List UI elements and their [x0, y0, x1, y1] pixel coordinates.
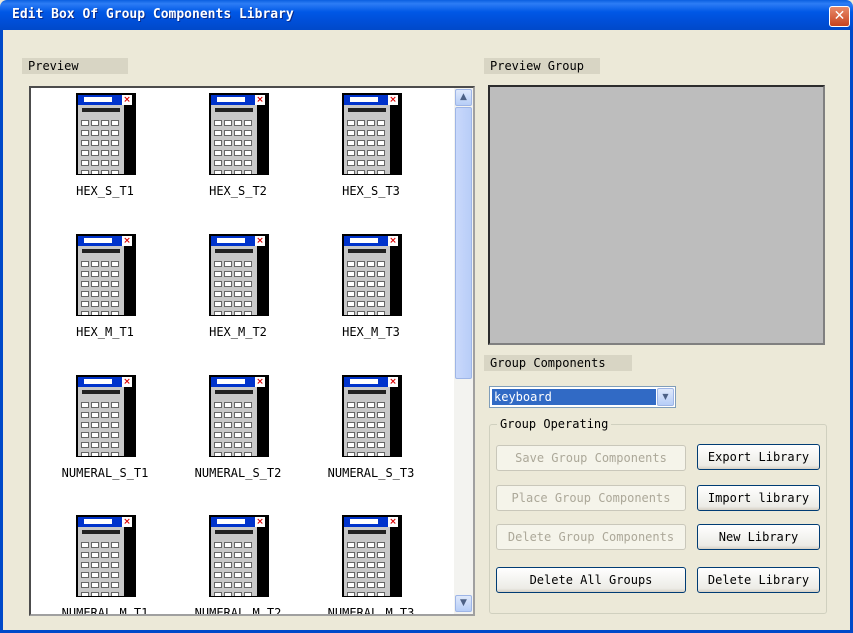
group-components-label: Group Components: [484, 355, 632, 371]
preview-group-label: Preview Group: [484, 58, 600, 74]
component-thumbnail: ×: [342, 234, 402, 316]
components-preview-list[interactable]: × HEX_S_T1 × HEX_S_T2 × HEX_S_T3 × HEX_M_T1 × HEX…: [29, 86, 475, 616]
chevron-down-icon: ▼: [460, 598, 467, 608]
component-item[interactable]: × NUMERAL_S_T1: [55, 370, 155, 495]
title-bar: Edit Box Of Group Components Library ✕: [0, 0, 853, 30]
component-name: HEX_M_T1: [76, 325, 134, 339]
component-item[interactable]: × HEX_S_T3: [321, 88, 421, 213]
component-name: NUMERAL_M_T2: [194, 606, 282, 616]
new-library-button[interactable]: New Library: [697, 524, 820, 550]
component-name: HEX_M_T3: [342, 325, 400, 339]
component-item[interactable]: × NUMERAL_S_T2: [188, 370, 288, 495]
save-group-components-button[interactable]: Save Group Components: [496, 445, 686, 471]
component-thumbnail: ×: [342, 93, 402, 175]
component-item[interactable]: × HEX_S_T1: [55, 88, 155, 213]
component-thumbnail: ×: [209, 234, 269, 316]
component-item[interactable]: × HEX_M_T1: [55, 229, 155, 354]
window-title: Edit Box Of Group Components Library: [12, 7, 294, 22]
chevron-down-icon: ▼: [662, 392, 669, 401]
component-name: NUMERAL_S_T1: [61, 466, 149, 480]
component-thumbnail: ×: [76, 234, 136, 316]
component-thumbnail: ×: [76, 375, 136, 457]
component-item[interactable]: × NUMERAL_S_T3: [321, 370, 421, 495]
scrollbar-thumb[interactable]: [455, 107, 472, 379]
component-name: HEX_M_T2: [209, 325, 267, 339]
component-name: NUMERAL_M_T1: [61, 606, 149, 616]
component-name: NUMERAL_M_T3: [327, 606, 415, 616]
component-thumbnail: ×: [76, 515, 136, 597]
export-library-button[interactable]: Export Library: [697, 444, 820, 470]
preview-label: Preview: [22, 58, 128, 74]
place-group-components-button[interactable]: Place Group Components: [496, 485, 686, 511]
scroll-up-button[interactable]: ▲: [455, 89, 472, 106]
component-item[interactable]: × NUMERAL_M_T3: [321, 510, 421, 616]
component-item[interactable]: × HEX_S_T2: [188, 88, 288, 213]
component-name: HEX_S_T2: [209, 184, 267, 198]
component-thumbnail: ×: [342, 515, 402, 597]
component-name: NUMERAL_S_T2: [194, 466, 282, 480]
component-thumbnail: ×: [209, 375, 269, 457]
component-item[interactable]: × HEX_M_T2: [188, 229, 288, 354]
component-name: HEX_S_T3: [342, 184, 400, 198]
close-icon: ✕: [833, 8, 846, 24]
component-thumbnail: ×: [209, 515, 269, 597]
close-button[interactable]: ✕: [829, 6, 850, 27]
import-library-button[interactable]: Import library: [697, 485, 820, 511]
group-operating-label: Group Operating: [497, 417, 612, 431]
delete-library-button[interactable]: Delete Library: [697, 567, 820, 593]
group-components-select[interactable]: keyboard ▼: [489, 386, 676, 408]
preview-group-canvas: [488, 85, 825, 345]
group-components-select-value: keyboard: [492, 389, 656, 405]
component-item[interactable]: × HEX_M_T3: [321, 229, 421, 354]
component-thumbnail: ×: [342, 375, 402, 457]
vertical-scrollbar[interactable]: ▲ ▼: [454, 88, 473, 614]
component-name: HEX_S_T1: [76, 184, 134, 198]
dropdown-button[interactable]: ▼: [657, 388, 674, 406]
components-grid: × HEX_S_T1 × HEX_S_T2 × HEX_S_T3 × HEX_M_T1 × HEX…: [31, 88, 456, 614]
delete-all-groups-button[interactable]: Delete All Groups: [496, 567, 686, 593]
component-name: NUMERAL_S_T3: [327, 466, 415, 480]
scroll-down-button[interactable]: ▼: [455, 595, 472, 612]
component-thumbnail: ×: [209, 93, 269, 175]
component-item[interactable]: × NUMERAL_M_T1: [55, 510, 155, 616]
delete-group-components-button[interactable]: Delete Group Components: [496, 524, 686, 550]
component-thumbnail: ×: [76, 93, 136, 175]
chevron-up-icon: ▲: [460, 92, 467, 102]
component-item[interactable]: × NUMERAL_M_T2: [188, 510, 288, 616]
